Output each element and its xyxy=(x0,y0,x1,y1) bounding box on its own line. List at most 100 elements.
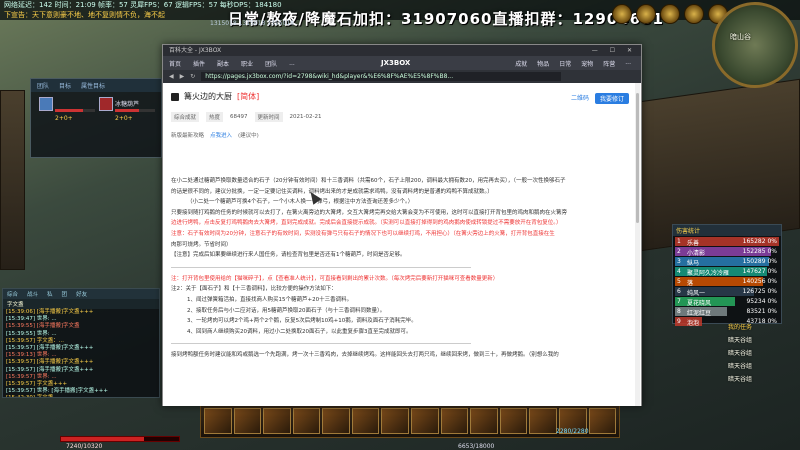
damage-player-name: 落 xyxy=(687,280,694,287)
nav-item[interactable]: 插件 xyxy=(193,59,205,68)
damage-rank: 2 xyxy=(677,248,681,255)
chat-line: [15:39:57] 字文盏：... xyxy=(6,337,64,344)
party-member[interactable]: 冰糖葫芦 2+0+ xyxy=(99,97,157,131)
nav-item[interactable]: 首页 xyxy=(169,59,181,68)
damage-row[interactable]: 5 落 140256 0% xyxy=(675,277,779,287)
skill-slot[interactable] xyxy=(233,408,262,434)
nav-item[interactable]: ... xyxy=(625,59,631,68)
party-tab[interactable]: 团队 xyxy=(37,81,49,90)
skill-slot[interactable] xyxy=(411,408,439,434)
chat-window[interactable]: 综合 战斗 私 团 好友 字文盏 [15:39:06] [海手播搬]字文盏+++… xyxy=(2,288,160,398)
minimap-zone-label: 暗山谷 xyxy=(730,33,751,41)
coords-readout: 1315018 1315018 1315018 xyxy=(210,20,294,27)
task-item[interactable]: 暗天谷组 xyxy=(728,374,800,383)
skill-slot[interactable] xyxy=(499,408,528,434)
party-member[interactable]: 2+0+ xyxy=(39,97,97,131)
member-level: 2+0+ xyxy=(55,115,73,122)
party-tab[interactable]: 目标 xyxy=(59,81,71,90)
qrcode-button[interactable]: 二维码 xyxy=(571,93,589,104)
chat-log: [15:39:06] [海手播搬]字文盏+++ [15:39:47] 世界: ..… xyxy=(3,309,159,397)
top-icon-row xyxy=(612,4,728,24)
mail-icon[interactable] xyxy=(636,4,656,24)
damage-row[interactable]: 9 泡泡 43718 0% xyxy=(675,317,779,327)
task-tracker[interactable]: 我的任务 暗天谷组 暗天谷组 暗天谷组 暗天谷组 xyxy=(728,322,800,412)
nav-item[interactable]: 物品 xyxy=(537,59,549,68)
damage-row[interactable]: 7 夏花晓风 95234 0% xyxy=(675,297,779,307)
damage-rank: 6 xyxy=(677,288,681,295)
task-item[interactable]: 暗天谷组 xyxy=(728,361,800,370)
article-paragraph: 3、一轮烤肉可以烤2个鸡+两个2个鹅，反复5次后烤制10鸡+10鹅，调料及面石子… xyxy=(187,318,417,325)
back-icon[interactable]: ◀ xyxy=(169,73,174,80)
damage-value: 43718 0% xyxy=(746,318,777,325)
settings-icon[interactable] xyxy=(684,4,704,24)
menu-icon[interactable] xyxy=(660,4,680,24)
category-pill: 综合成就 xyxy=(171,112,200,122)
member-level: 2+0+ xyxy=(115,115,133,122)
damage-player-name: 泡泡 xyxy=(687,320,700,327)
task-item[interactable]: 暗天谷组 xyxy=(728,335,800,344)
party-tab[interactable]: 属性目标 xyxy=(81,81,105,90)
skill-slot[interactable] xyxy=(292,408,321,434)
chat-line: [15:39:57] 世界: ... xyxy=(6,373,57,380)
site-nav: 首页 插件 副本 职业 团队 ... JX3BOX 成就 物品 日常 宠物 阵营… xyxy=(163,56,641,70)
nav-item[interactable]: 宠物 xyxy=(581,59,593,68)
chat-tab[interactable]: 好友 xyxy=(76,290,87,298)
buff-icon[interactable] xyxy=(612,4,632,24)
forward-icon[interactable]: ▶ xyxy=(180,73,185,80)
skill-slot[interactable] xyxy=(440,408,469,434)
article-paragraph: 在小二处通过糖葫芦换取数量适合的石子（20分钟有效时间）和十三香调料（共需60个… xyxy=(171,178,566,184)
damage-row[interactable]: 2 小清影 152285 0% xyxy=(675,247,779,257)
url-input[interactable]: https://pages.jx3box.com/?id=2798&wiki_h… xyxy=(201,72,562,81)
skill-slot[interactable] xyxy=(263,408,291,434)
article-paragraph: 注2：关于【面石子】和【十三香调料】，比较方便的操作方法如下： xyxy=(171,286,337,293)
article-paragraph: 注：打开背包里使用给的【猫咪碎子】，点【查看准人统计】，可直接看到剩出的累计次数… xyxy=(171,275,499,282)
nav-item[interactable]: 团队 xyxy=(265,59,277,68)
skill-slot[interactable] xyxy=(351,408,380,434)
damage-meter[interactable]: 伤害统计 1 乐善 165282 0% 2 小清影 152285 0% 3 纵马 150289 … xyxy=(672,224,782,327)
chat-channel[interactable]: 字文盏 xyxy=(3,299,159,309)
minimap[interactable] xyxy=(712,2,798,88)
chat-tab[interactable]: 综合 xyxy=(7,290,18,298)
divider xyxy=(171,343,471,345)
nav-item[interactable]: 副本 xyxy=(217,59,229,68)
nav-item[interactable]: 职业 xyxy=(241,59,253,68)
skill-slot[interactable] xyxy=(204,408,232,434)
breadcrumb-item[interactable]: 新版最新攻略 xyxy=(171,131,204,139)
skill-slot[interactable] xyxy=(529,408,557,434)
damage-row[interactable]: 6 纯风一 126725 0% xyxy=(675,287,779,297)
damage-row[interactable]: 3 纵马 150289 0% xyxy=(675,257,779,267)
skill-slot[interactable] xyxy=(470,408,498,434)
skill-slot[interactable] xyxy=(322,408,350,434)
nav-item[interactable]: 日常 xyxy=(559,59,571,68)
chat-tab[interactable]: 团 xyxy=(62,290,68,298)
damage-rank: 9 xyxy=(677,318,681,325)
damage-row[interactable]: 4 聚灵阿久冷冷雁 147627 0% xyxy=(675,267,779,277)
edit-button[interactable]: 我要修订 xyxy=(594,93,629,104)
breadcrumb-item: (建议中) xyxy=(238,133,259,139)
nav-item[interactable]: ... xyxy=(289,60,295,67)
nav-item[interactable]: 阵营 xyxy=(603,59,615,68)
player-hp-text: 7240/10320 xyxy=(66,443,103,450)
damage-rank: 5 xyxy=(677,278,681,285)
refresh-icon[interactable]: ↻ xyxy=(190,73,195,80)
article-paragraph: 【注意】完成后如果要继续进行来人国任务，请检查背包里是否还有1个糖葫芦，时间是否… xyxy=(171,252,406,259)
chat-tab[interactable]: 战斗 xyxy=(27,290,38,298)
damage-row[interactable]: 1 乐善 165282 0% xyxy=(675,237,779,247)
site-logo[interactable]: JX3BOX xyxy=(381,59,410,67)
chat-line: [15:39:57] [海手播搬]字文盏+++ xyxy=(6,366,94,373)
article-paragraph: 的话是很不同的，建议分批换，一定一定要记住买调料，调料烤出来的才是成就需求鸡鸭，… xyxy=(171,188,493,195)
chat-tab[interactable]: 私 xyxy=(47,290,53,298)
breadcrumb-item[interactable]: 点我进入 xyxy=(210,131,232,139)
task-item[interactable]: 暗天谷组 xyxy=(728,348,800,357)
browser-titlebar[interactable]: 百科大全 - JX3BOX — ☐ ✕ xyxy=(163,45,641,56)
damage-row[interactable]: 8 红泥红豆 83521 0% xyxy=(675,307,779,317)
party-panel: 团队 目标 属性目标 2+0+ 冰糖葫芦 2+0+ xyxy=(30,78,162,158)
article-body: 在小二处通过糖葫芦换取数量适合的石子（20分钟有效时间）和十三香调料（共需60个… xyxy=(171,176,633,361)
skill-slot[interactable] xyxy=(381,408,410,434)
nav-item[interactable]: 成就 xyxy=(515,59,527,68)
skill-slot[interactable] xyxy=(588,408,617,434)
damage-meter-title: 伤害统计 xyxy=(673,225,781,236)
page-scrollbar[interactable] xyxy=(635,83,640,406)
window-controls[interactable]: — ☐ ✕ xyxy=(592,45,637,56)
damage-player-name: 纯风一 xyxy=(687,290,706,297)
